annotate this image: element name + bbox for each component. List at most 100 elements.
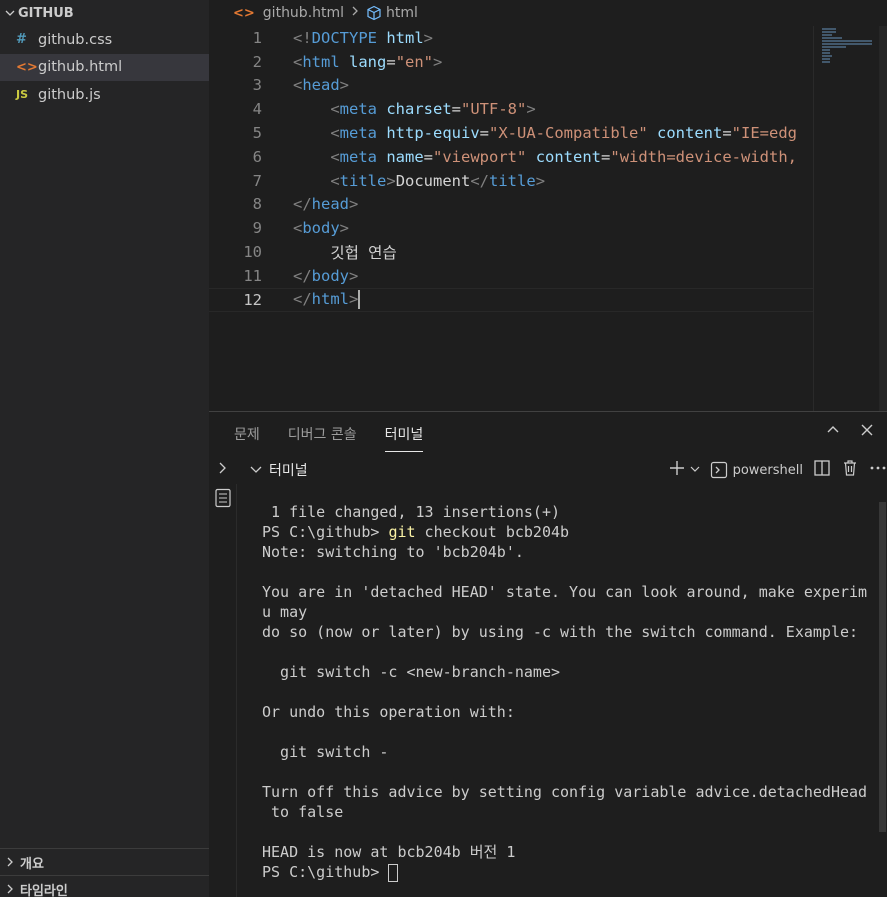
split-terminal-icon[interactable]: [813, 459, 831, 481]
line-number: 10: [243, 243, 262, 262]
editor-area: <> github.html html 1 <!DOCTYPE html> 2 <h…: [209, 0, 887, 411]
terminal-line: git switch -c <new-branch-name>: [262, 663, 561, 681]
file-item-css[interactable]: # github.css: [0, 26, 209, 54]
line-number: 6: [252, 147, 262, 166]
line-number: 8: [252, 195, 262, 214]
code-line: 9 <body>: [209, 216, 813, 240]
minimap[interactable]: [813, 26, 887, 411]
chevron-down-icon: [250, 466, 262, 473]
chevron-right-icon[interactable]: [217, 461, 243, 479]
file-label: github.css: [38, 31, 113, 48]
chevron-right-icon: [4, 883, 20, 895]
line-number: 1: [252, 28, 262, 47]
breadcrumb: <> github.html html: [209, 0, 887, 26]
line-number: 9: [252, 219, 262, 238]
tab-debug-console[interactable]: 디버그 콘솔: [288, 412, 357, 456]
terminal-title: 터미널: [269, 463, 308, 479]
text-cursor: [358, 290, 361, 310]
js-file-icon: JS: [16, 88, 29, 102]
line-number: 11: [243, 266, 262, 285]
chevron-down-icon: [2, 7, 18, 19]
line-number: 2: [252, 52, 262, 71]
bottom-panel: 문제 디버그 콘솔 터미널 터미널 powershell 1 file chan…: [209, 411, 887, 897]
line-number: 5: [252, 124, 262, 143]
outline-label: 개요: [20, 856, 44, 872]
css-file-icon: #: [16, 32, 27, 48]
terminal-icon: [710, 461, 727, 479]
timeline-section[interactable]: 타임라인: [0, 875, 209, 897]
outline-section[interactable]: 개요: [0, 848, 209, 875]
code-line: 2 <html lang="en">: [209, 50, 813, 74]
code-line: 7 <title>Document</title>: [209, 169, 813, 193]
tab-terminal[interactable]: 터미널: [384, 412, 423, 456]
terminal-gutter: [209, 484, 237, 897]
code-line: 3 <head>: [209, 74, 813, 98]
git-args: checkout bcb204b: [415, 523, 570, 541]
body-text: 깃헙 연습: [330, 244, 397, 263]
line-number: 12: [243, 290, 262, 309]
git-command: git: [388, 523, 416, 541]
code-line: 8 </head>: [209, 193, 813, 217]
terminal-list-icon[interactable]: [214, 488, 232, 512]
shell-selector[interactable]: powershell: [710, 461, 803, 479]
terminal-line: Turn off this advice by setting config v…: [262, 783, 868, 801]
terminal-scrollbar[interactable]: [877, 502, 887, 897]
code-line: 11 </body>: [209, 264, 813, 288]
chevron-down-icon[interactable]: [690, 463, 700, 478]
file-label: github.js: [38, 86, 101, 103]
tab-problems[interactable]: 문제: [234, 412, 260, 456]
more-actions-icon[interactable]: [869, 459, 887, 481]
html-file-icon: <>: [233, 5, 255, 21]
explorer-sidebar: GITHUB # github.css <> github.html JS gi…: [0, 0, 209, 897]
terminal-line: Or undo this operation with:: [262, 703, 515, 721]
terminal-section[interactable]: 터미널: [249, 460, 308, 480]
code-line: 4 <meta charset="UTF-8">: [209, 97, 813, 121]
folder-header[interactable]: GITHUB: [0, 0, 209, 26]
chevron-right-icon: [4, 856, 20, 868]
new-terminal-icon[interactable]: [668, 460, 686, 480]
breadcrumb-symbol[interactable]: html: [386, 5, 418, 21]
trash-icon[interactable]: [841, 459, 859, 481]
terminal-line: Note: switching to 'bcb204b'.: [262, 543, 524, 561]
terminal-line: PS C:\github> git checkout bcb204b: [262, 523, 570, 541]
terminal-line: 1 file changed, 13 insertions(+): [262, 503, 561, 521]
line-number: 3: [252, 76, 262, 95]
shell-label: powershell: [732, 462, 803, 478]
panel-tabs: 문제 디버그 콘솔 터미널: [209, 412, 887, 456]
editor-scrollbar[interactable]: [879, 26, 887, 411]
terminal-line: to false: [262, 803, 344, 821]
terminal-prompt: PS C:\github>: [262, 862, 878, 882]
symbol-element-icon: [366, 5, 382, 21]
line-number: 4: [252, 100, 262, 119]
line-number: 7: [252, 171, 262, 190]
code-line: 10 깃헙 연습: [209, 240, 813, 264]
breadcrumb-file[interactable]: github.html: [263, 5, 344, 21]
terminal-toolbar: powershell: [668, 456, 887, 484]
code-line: 1 <!DOCTYPE html>: [209, 26, 813, 50]
scrollbar-thumb[interactable]: [879, 502, 886, 832]
html-file-icon: <>: [16, 59, 38, 75]
maximize-panel-icon[interactable]: [825, 422, 841, 443]
file-label: github.html: [38, 59, 123, 76]
file-item-html[interactable]: <> github.html: [0, 53, 209, 81]
panel-actions: [825, 422, 875, 443]
close-panel-icon[interactable]: [859, 422, 875, 443]
terminal-output[interactable]: 1 file changed, 13 insertions(+) PS C:\g…: [262, 502, 878, 882]
file-item-js[interactable]: JS github.js: [0, 81, 209, 109]
terminal-line: git switch -: [262, 743, 389, 761]
folder-name: GITHUB: [18, 5, 74, 21]
code-line: 6 <meta name="viewport" content="width=d…: [209, 145, 813, 169]
code-line-current: 12 </html>: [209, 287, 813, 312]
terminal-header: 터미널 powershell: [209, 456, 887, 484]
code-editor[interactable]: 1 <!DOCTYPE html> 2 <html lang="en"> 3 <hea…: [209, 26, 813, 312]
chevron-right-icon: [350, 5, 360, 21]
code-line: 5 <meta http-equiv="X-UA-Compatible" con…: [209, 121, 813, 145]
timeline-label: 타임라인: [20, 883, 68, 897]
terminal-line: u may: [262, 603, 308, 621]
